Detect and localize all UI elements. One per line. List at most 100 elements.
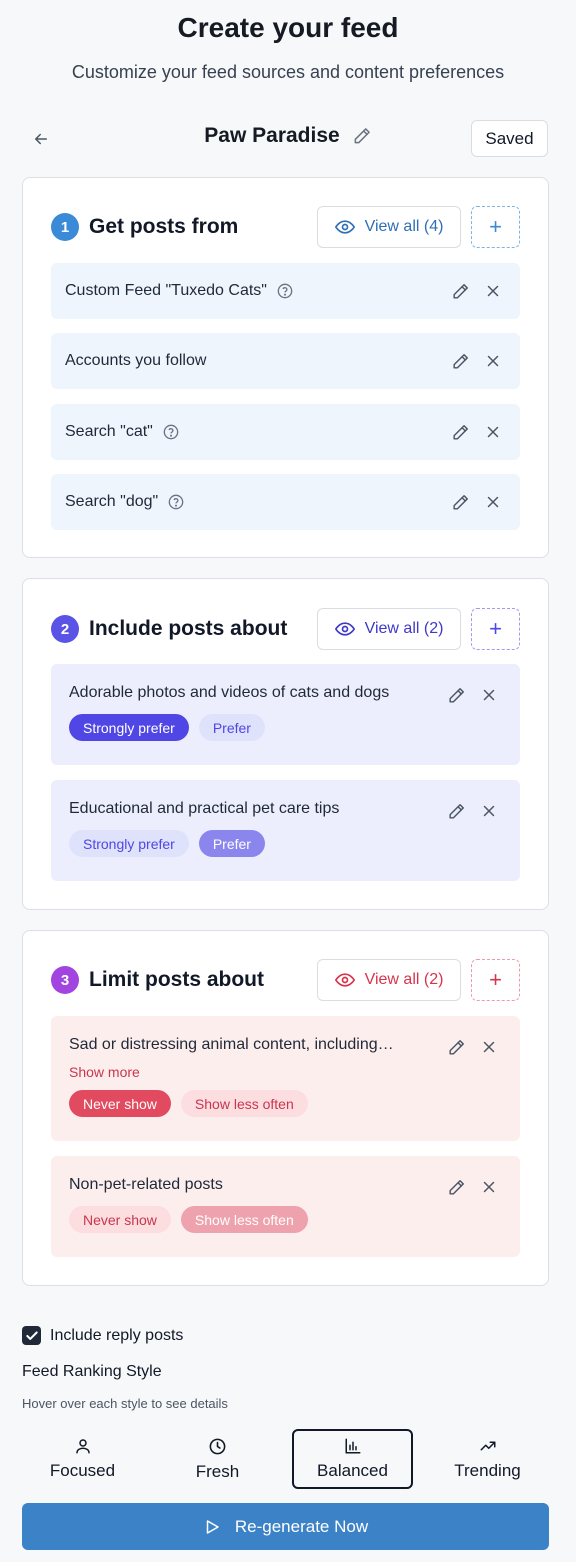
close-icon[interactable] (484, 282, 502, 300)
include-add-button[interactable]: + (471, 608, 520, 650)
feed-name: Paw Paradise (204, 124, 340, 147)
topic-label: Sad or distressing animal content, inclu… (69, 1036, 394, 1053)
edit-icon[interactable] (451, 493, 470, 512)
include-topic: Educational and practical pet care tips … (51, 780, 520, 881)
plus-icon: + (489, 214, 502, 239)
style-label: Focused (49, 1461, 116, 1480)
topic-label: Non-pet-related posts (69, 1176, 223, 1193)
include-topic: Adorable photos and videos of cats and d… (51, 664, 520, 765)
ranking-style-title: Feed Ranking Style (22, 1363, 162, 1380)
include-replies-row[interactable]: Include reply posts (22, 1326, 183, 1345)
play-icon (206, 1519, 219, 1534)
source-label: Search "dog" (65, 493, 159, 510)
page-title: Create your feed (177, 12, 399, 43)
edit-icon[interactable] (447, 686, 466, 705)
include-replies-checkbox[interactable] (22, 1326, 41, 1345)
topic-actions (447, 802, 498, 821)
limit-card: 3 Limit posts about View all (2) + Sad o… (22, 930, 549, 1286)
source-actions (451, 474, 502, 530)
eye-icon (334, 973, 355, 987)
close-icon[interactable] (480, 1178, 498, 1196)
help-icon[interactable] (277, 283, 293, 299)
style-option-fresh[interactable]: Fresh (157, 1429, 278, 1489)
strongly-prefer-pill[interactable]: Strongly prefer (69, 830, 189, 857)
step-number-2: 2 (51, 615, 79, 643)
regenerate-button[interactable]: Re-generate Now (22, 1503, 549, 1550)
include-view-all-button[interactable]: View all (2) (317, 608, 461, 650)
limit-title: Limit posts about (89, 968, 264, 991)
strongly-prefer-pill[interactable]: Strongly prefer (69, 714, 189, 741)
limit-pills: Never show Show less often (69, 1090, 502, 1117)
sources-view-all-button[interactable]: View all (4) (317, 206, 461, 248)
limit-topic: Non-pet-related posts Never show Show le… (51, 1156, 520, 1257)
help-icon[interactable] (163, 424, 179, 440)
prefer-pill[interactable]: Prefer (198, 714, 265, 741)
topic-label: Educational and practical pet care tips (69, 800, 340, 817)
view-all-label: View all (2) (364, 620, 444, 637)
edit-name-icon[interactable] (352, 126, 372, 146)
source-actions (451, 333, 502, 389)
close-icon[interactable] (480, 802, 498, 820)
step-number-3: 3 (51, 966, 79, 994)
style-option-trending[interactable]: Trending (427, 1429, 548, 1489)
edit-icon[interactable] (451, 352, 470, 371)
trending-up-icon (480, 1441, 495, 1451)
sources-add-button[interactable]: + (471, 206, 520, 248)
regenerate-label: Re-generate Now (234, 1516, 369, 1536)
saved-button[interactable]: Saved (471, 120, 548, 157)
source-label: Accounts you follow (65, 352, 207, 369)
prefer-pill[interactable]: Prefer (198, 830, 265, 857)
limit-add-button[interactable]: + (471, 959, 520, 1001)
source-actions (451, 263, 502, 319)
include-card: 2 Include posts about View all (2) + Ado… (22, 578, 549, 910)
edit-icon[interactable] (451, 282, 470, 301)
topic-actions (447, 686, 498, 705)
show-more-link[interactable]: Show more (69, 1064, 502, 1080)
close-icon[interactable] (480, 1038, 498, 1056)
show-less-pill[interactable]: Show less often (180, 1206, 308, 1233)
source-label: Search "cat" (65, 423, 153, 440)
page-subtitle: Customize your feed sources and content … (71, 62, 505, 82)
limit-pills: Never show Show less often (69, 1206, 502, 1233)
person-icon (75, 1439, 90, 1454)
source-actions (451, 404, 502, 460)
topic-actions (447, 1178, 498, 1197)
limit-view-all-button[interactable]: View all (2) (317, 959, 461, 1001)
never-show-pill[interactable]: Never show (69, 1206, 171, 1233)
preference-pills: Strongly prefer Prefer (69, 830, 502, 857)
edit-icon[interactable] (451, 423, 470, 442)
edit-icon[interactable] (447, 1178, 466, 1197)
edit-icon[interactable] (447, 802, 466, 821)
close-icon[interactable] (480, 686, 498, 704)
topic-label: Adorable photos and videos of cats and d… (69, 684, 390, 701)
never-show-pill[interactable]: Never show (69, 1090, 171, 1117)
sources-title: Get posts from (89, 215, 239, 238)
include-header: 2 Include posts about View all (2) + (51, 608, 520, 650)
check-icon (25, 1330, 38, 1340)
close-icon[interactable] (484, 493, 502, 511)
source-label: Custom Feed "Tuxedo Cats" (65, 282, 267, 299)
topic-actions (447, 1038, 498, 1057)
plus-icon: + (489, 616, 502, 641)
style-option-balanced[interactable]: Balanced (292, 1429, 413, 1489)
edit-icon[interactable] (447, 1038, 466, 1057)
preference-pills: Strongly prefer Prefer (69, 714, 502, 741)
limit-header: 3 Limit posts about View all (2) + (51, 959, 520, 1001)
help-icon[interactable] (168, 494, 184, 510)
source-item: Search "cat" (51, 404, 520, 460)
view-all-label: View all (2) (364, 971, 444, 988)
view-all-label: View all (4) (364, 218, 444, 235)
source-item: Custom Feed "Tuxedo Cats" (51, 263, 520, 319)
sources-header: 1 Get posts from View all (4) + (51, 206, 520, 248)
close-icon[interactable] (484, 423, 502, 441)
close-icon[interactable] (484, 352, 502, 370)
ranking-style-hint: Hover over each style to see details (22, 1396, 228, 1411)
show-less-pill[interactable]: Show less often (180, 1090, 308, 1117)
limit-topic: Sad or distressing animal content, inclu… (51, 1016, 520, 1141)
style-label: Balanced (317, 1461, 388, 1480)
include-replies-label: Include reply posts (50, 1326, 184, 1344)
eye-icon (334, 220, 355, 234)
style-option-focused[interactable]: Focused (22, 1429, 143, 1489)
step-number-1: 1 (51, 213, 79, 241)
clock-icon (209, 1438, 226, 1454)
